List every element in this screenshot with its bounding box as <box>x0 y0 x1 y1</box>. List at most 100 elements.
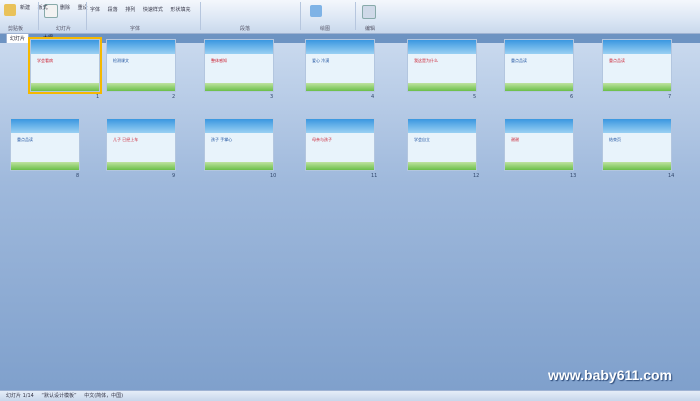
slide-header-band <box>505 40 573 54</box>
slide-number: 12 <box>473 173 480 179</box>
slide-number: 8 <box>76 173 80 179</box>
slide-number: 5 <box>473 94 477 100</box>
slide-header-band <box>107 119 175 133</box>
slide-number: 2 <box>172 94 176 100</box>
slide-header-band <box>205 40 273 54</box>
slide-number: 4 <box>371 94 375 100</box>
slide-title: 结束页 <box>609 137 621 142</box>
status-theme: “默认设计模板” <box>41 393 77 399</box>
ribbon-row-1b: 删除 重设 <box>60 4 94 11</box>
slide-title: 检测课文 <box>113 58 129 63</box>
ribbon: 新建 板式 删除 重设 字体 段落 排列 快速样式 形状填充 剪贴板 幻灯片 字… <box>0 0 700 34</box>
ribbon-row-1: 新建 板式 <box>20 4 54 11</box>
slide-thumbnail[interactable]: 重点品读 <box>504 39 574 92</box>
slide-thumbnail[interactable]: 整体感知 <box>204 39 274 92</box>
slide-header-band <box>306 119 374 133</box>
slide-grass-band <box>408 162 476 170</box>
slide-thumbnail[interactable]: 爱心 冷漠 <box>305 39 375 92</box>
slide-grass-band <box>306 162 374 170</box>
ribbon-group-label: 字体 <box>130 26 141 32</box>
ribbon-paragraph-button[interactable]: 段落 <box>108 6 118 13</box>
slide-title: 重点品读 <box>511 58 527 63</box>
slide-grass-band <box>408 83 476 91</box>
slide-grass-band <box>505 83 573 91</box>
slide-title: 我这是为什么 <box>414 58 438 63</box>
ribbon-separator <box>355 2 356 30</box>
slide-number: 3 <box>270 94 274 100</box>
slide-grass-band <box>205 83 273 91</box>
slide-grass-band <box>205 162 273 170</box>
ribbon-group-label: 段落 <box>240 26 251 32</box>
slide-number: 6 <box>570 94 574 100</box>
watermark-text: www.baby611.com <box>548 367 672 383</box>
status-slide-info: 幻灯片 1/14 <box>6 393 34 399</box>
slide-grass-band <box>603 162 671 170</box>
ribbon-separator <box>300 2 301 30</box>
slide-grass-band <box>107 162 175 170</box>
ribbon-font-button[interactable]: 字体 <box>90 6 100 13</box>
ribbon-group-label: 幻灯片 <box>56 26 72 32</box>
ribbon-layout-button[interactable]: 板式 <box>38 4 48 11</box>
slide-number: 14 <box>668 173 675 179</box>
slide-thumbnail[interactable]: 重点品读 <box>602 39 672 92</box>
slide-thumbnail[interactable]: 谢谢 <box>504 118 574 171</box>
find-icon[interactable] <box>362 5 376 19</box>
slide-grass-band <box>107 83 175 91</box>
slide-header-band <box>306 40 374 54</box>
slide-number: 1 <box>96 94 100 100</box>
slide-thumbnail[interactable]: 结束页 <box>602 118 672 171</box>
slide-title: 孩子 手掌心 <box>211 137 233 142</box>
ribbon-group-label: 绘图 <box>320 26 331 32</box>
slide-header-band <box>603 119 671 133</box>
slide-header-band <box>205 119 273 133</box>
slide-thumbnail[interactable]: 检测课文 <box>106 39 176 92</box>
slide-header-band <box>11 119 79 133</box>
slide-title: 爱心 冷漠 <box>312 58 330 63</box>
slide-title: 母亲与孩子 <box>312 137 332 142</box>
slide-thumbnail[interactable]: 我这是为什么 <box>407 39 477 92</box>
ribbon-fill-button[interactable]: 形状填充 <box>170 6 190 13</box>
ribbon-new-button[interactable]: 新建 <box>20 4 30 11</box>
ribbon-separator <box>86 2 87 30</box>
shapes-icon[interactable] <box>310 5 322 17</box>
ribbon-group-label: 剪贴板 <box>8 26 24 32</box>
slide-header-band <box>408 119 476 133</box>
slide-title: 学会自立 <box>414 137 430 142</box>
slide-title: 重点品读 <box>609 58 625 63</box>
slide-thumbnail[interactable]: 学会看病 <box>28 37 102 94</box>
slide-grass-band <box>505 162 573 170</box>
slide-title: 学会看病 <box>37 58 53 63</box>
slide-sorter-area <box>0 43 700 391</box>
ribbon-delete-button[interactable]: 删除 <box>60 4 70 11</box>
paste-icon[interactable] <box>4 4 16 16</box>
slide-header-band <box>408 40 476 54</box>
slide-header-band <box>505 119 573 133</box>
status-bar: 幻灯片 1/14 “默认设计模板” 中文(简体，中国) <box>0 390 700 401</box>
slide-thumbnail[interactable]: 母亲与孩子 <box>305 118 375 171</box>
slide-header-band <box>603 40 671 54</box>
status-language: 中文(简体，中国) <box>84 393 124 399</box>
slide-thumbnail[interactable]: 孩子 手掌心 <box>204 118 274 171</box>
slide-number: 10 <box>270 173 277 179</box>
slide-number: 13 <box>570 173 577 179</box>
ribbon-quickstyle-button[interactable]: 快速样式 <box>143 6 163 13</box>
slide-thumbnail[interactable]: 儿子 已经上车 <box>106 118 176 171</box>
slide-header-band <box>107 40 175 54</box>
slide-grass-band <box>11 162 79 170</box>
slide-title: 儿子 已经上车 <box>113 137 139 142</box>
ribbon-group-label: 编辑 <box>365 26 376 32</box>
slide-grass-band <box>306 83 374 91</box>
slide-number: 11 <box>371 173 378 179</box>
slide-thumbnail[interactable]: 重点品读 <box>10 118 80 171</box>
slide-thumbnail[interactable]: 学会自立 <box>407 118 477 171</box>
ribbon-row-2: 字体 段落 排列 快速样式 形状填充 <box>90 6 196 13</box>
slide-grass-band <box>603 83 671 91</box>
ribbon-separator <box>38 2 39 30</box>
slide-number: 9 <box>172 173 176 179</box>
slide-title: 整体感知 <box>211 58 227 63</box>
slide-header-band <box>31 40 99 54</box>
slide-grass-band <box>31 83 99 91</box>
slide-title: 谢谢 <box>511 137 519 142</box>
slide-number: 7 <box>668 94 672 100</box>
ribbon-arrange-button[interactable]: 排列 <box>125 6 135 13</box>
